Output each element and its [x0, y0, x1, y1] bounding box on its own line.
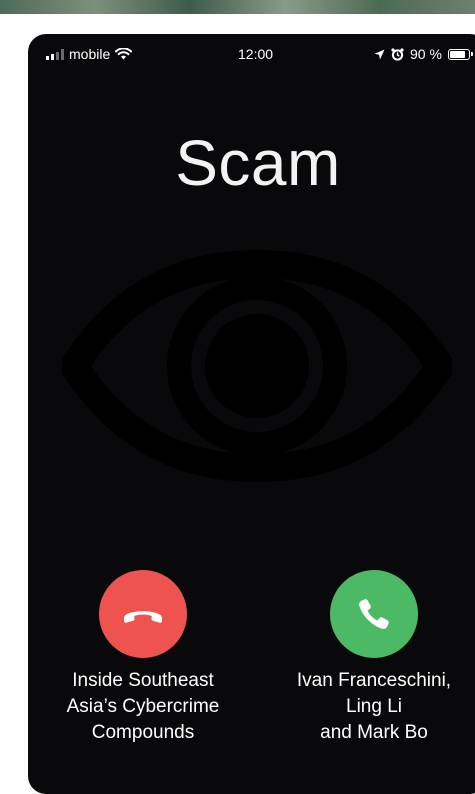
- phone-screen: mobile 12:00 90 % Scam Inside Southeast …: [28, 34, 475, 794]
- battery-icon: [447, 48, 473, 60]
- page-title: Scam: [175, 127, 341, 199]
- status-bar: mobile 12:00 90 %: [28, 34, 475, 74]
- signal-bars-icon: [46, 48, 64, 60]
- wifi-icon: [115, 48, 133, 60]
- alarm-clock-icon: [391, 47, 404, 61]
- book-authors: Ivan Franceschini, Ling Li and Mark Bo: [264, 668, 475, 746]
- phone-hangup-icon: [124, 611, 162, 623]
- status-right: 90 %: [374, 46, 473, 62]
- cover-photo-strip: [0, 0, 475, 14]
- carrier-label: mobile: [69, 46, 111, 62]
- battery-percent: 90 %: [410, 46, 442, 62]
- accept-call-button[interactable]: [330, 570, 418, 658]
- author-line: and Mark Bo: [320, 722, 428, 743]
- battery-fill: [449, 50, 466, 58]
- phone-icon: [359, 599, 389, 629]
- subtitle-line: Compounds: [91, 722, 195, 743]
- decline-call-button[interactable]: [99, 570, 187, 658]
- subtitle-line: Asia’s Cybercrime: [66, 696, 220, 717]
- author-line: Ling Li: [346, 696, 402, 717]
- subtitle-line: Inside Southeast: [72, 670, 214, 691]
- book-subtitle: Inside Southeast Asia’s Cybercrime Compo…: [33, 668, 253, 746]
- status-left: mobile: [46, 46, 133, 62]
- eye-icon: [62, 250, 452, 482]
- status-time: 12:00: [238, 46, 274, 62]
- location-arrow-icon: [374, 49, 385, 59]
- author-line: Ivan Franceschini,: [296, 670, 452, 691]
